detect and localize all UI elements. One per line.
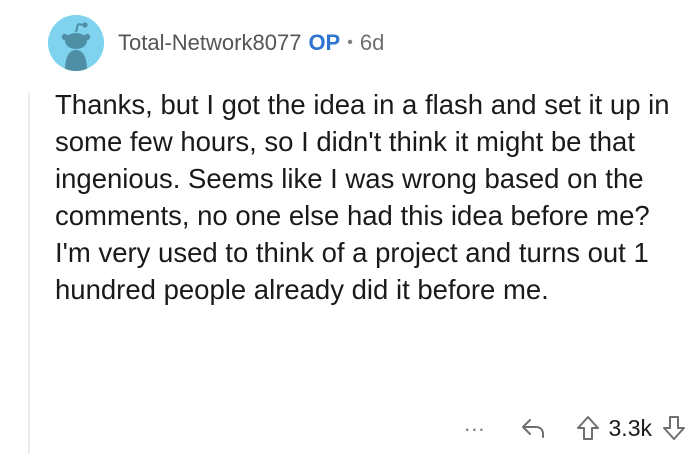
username-link[interactable]: Total-Network8077 [118,30,301,56]
comment-header: Total-Network8077 OP • 6d [118,28,384,58]
more-options-button[interactable]: ... [464,413,485,435]
comment-age[interactable]: 6d [360,30,384,56]
thread-line[interactable] [28,92,30,454]
snoo-avatar-icon [48,15,104,71]
meta-separator: • [347,34,353,51]
user-avatar[interactable] [48,15,104,71]
comment-actions: ... 3.3k [464,412,686,444]
op-badge: OP [308,30,341,55]
reply-arrow-icon[interactable] [520,416,546,440]
vote-count: 3.3k [608,414,652,441]
upvote-arrow-icon[interactable] [576,415,600,441]
downvote-arrow-icon[interactable] [662,415,686,441]
comment-body: Thanks, but I got the idea in a flash an… [55,89,670,305]
